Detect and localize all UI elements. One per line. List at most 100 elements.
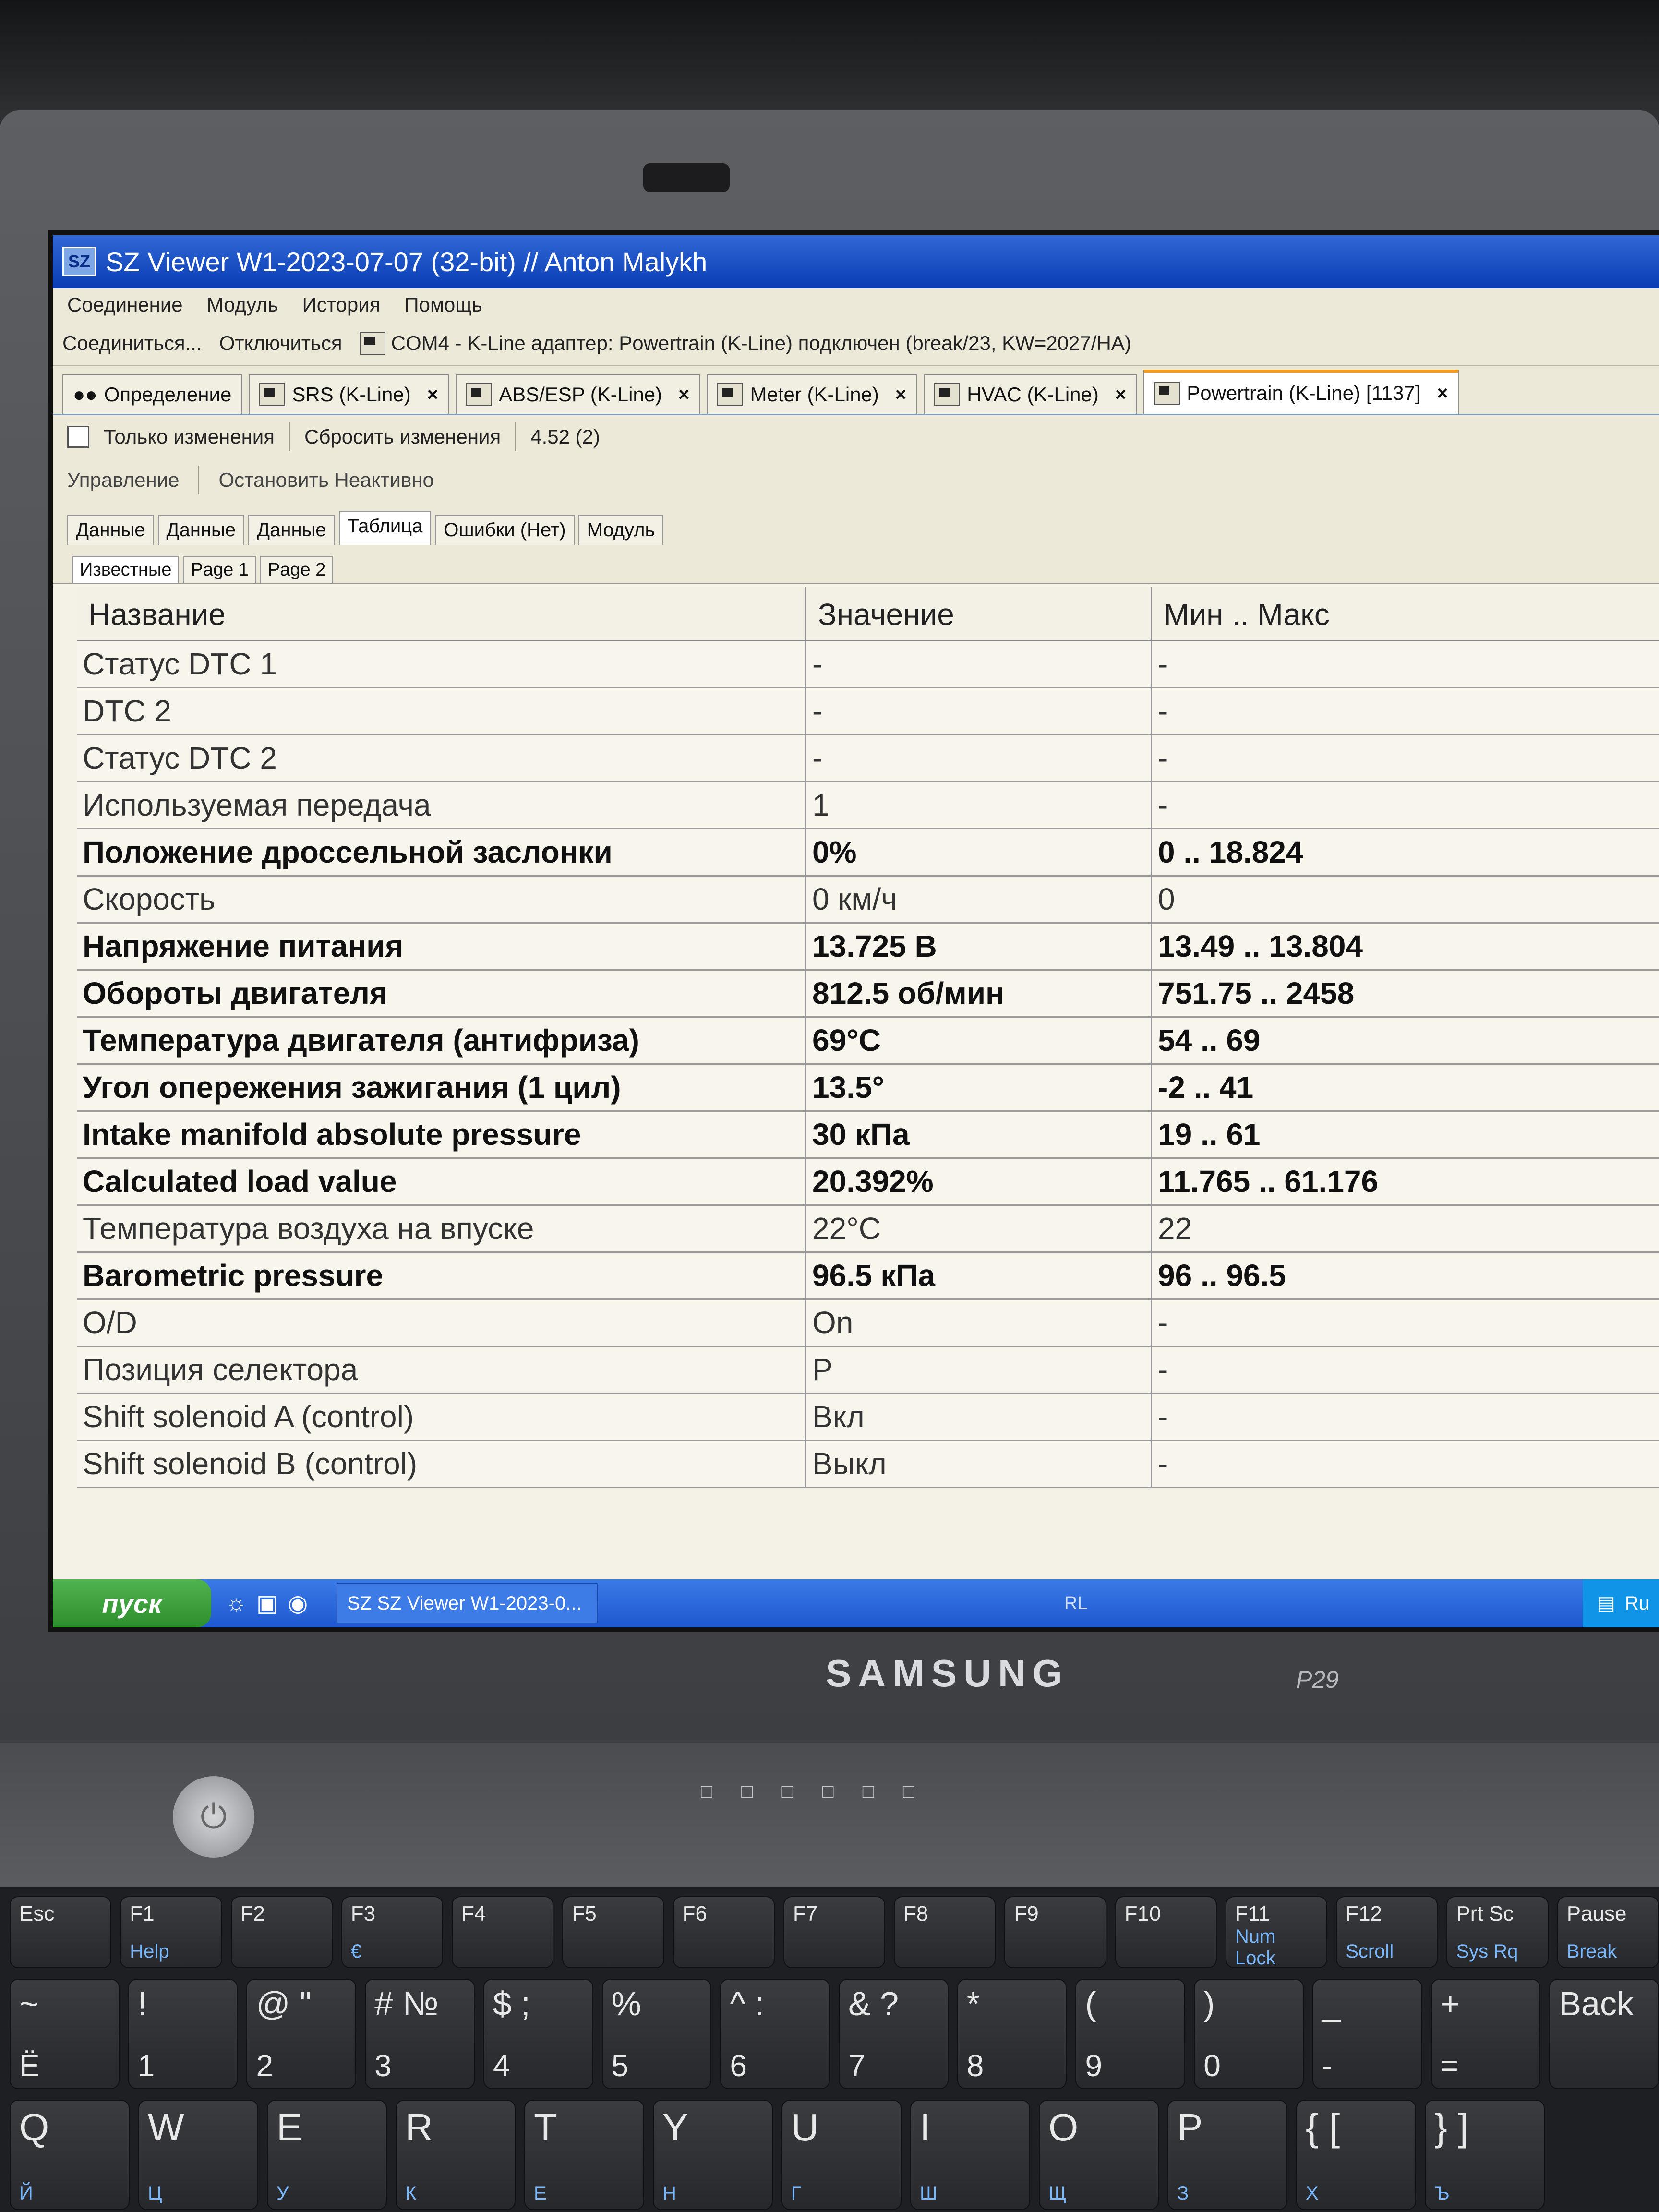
tab-abs-esp[interactable]: ABS/ESP (K-Line) × (456, 374, 700, 414)
close-icon[interactable]: × (427, 384, 438, 406)
connect-button[interactable]: Соединиться... (62, 332, 202, 355)
table-row[interactable]: Barometric pressure 96.5 кПа 96 .. 96.5 (77, 1253, 1659, 1300)
key[interactable]: ~ Ё (10, 1979, 120, 2089)
close-icon[interactable]: × (1437, 383, 1448, 404)
tab-page-1[interactable]: Page 1 (183, 556, 256, 583)
desktop-icon[interactable]: ▣ (256, 1590, 278, 1617)
key[interactable]: F9 (1004, 1896, 1106, 1968)
tab-errors[interactable]: Ошибки (Нет) (435, 515, 575, 545)
language-indicator[interactable]: RL (1064, 1593, 1088, 1614)
tab-data-2[interactable]: Данные (157, 515, 245, 545)
key[interactable]: F2 (230, 1896, 333, 1968)
key[interactable]: F7 (783, 1896, 886, 1968)
key[interactable]: RК (396, 2100, 516, 2210)
key[interactable]: + = (1431, 1979, 1541, 2089)
key[interactable]: Back (1549, 1979, 1659, 2089)
key[interactable]: ^ : 6 (720, 1979, 830, 2089)
table-row[interactable]: DTC 2-- (77, 688, 1659, 735)
key[interactable]: ) 0 (1194, 1979, 1304, 2089)
key[interactable]: Esc (10, 1896, 112, 1968)
table-row[interactable]: Calculated load value 20.392% 11.765 .. 61… (77, 1159, 1659, 1206)
table-row[interactable]: Shift solenoid A (control) Вкл - (77, 1394, 1659, 1441)
column-header-name[interactable]: Название (77, 587, 806, 640)
tab-table[interactable]: Таблица (338, 511, 432, 545)
menu-history[interactable]: История (302, 293, 381, 316)
power-button[interactable]: ⏻ (173, 1776, 254, 1858)
tab-data-3[interactable]: Данные (248, 515, 335, 545)
table-row[interactable]: Обороты двигателя 812.5 об/мин 751.75 .. 2… (77, 971, 1659, 1018)
column-header-value[interactable]: Значение (806, 587, 1152, 640)
table-row[interactable]: Напряжение питания 13.725 В 13.49 .. 13.80… (77, 924, 1659, 971)
key[interactable]: WЦ (138, 2100, 258, 2210)
table-row[interactable]: Температура воздуха на впуске 22°C 22 (77, 1206, 1659, 1253)
key[interactable]: F1 Help (120, 1896, 222, 1968)
table-row[interactable]: Скорость 0 км/ч 0 (77, 877, 1659, 924)
tab-meter[interactable]: Meter (K-Line) × (707, 374, 917, 414)
key[interactable]: EУ (267, 2100, 387, 2210)
tab-srs[interactable]: SRS (K-Line) × (249, 374, 449, 414)
key[interactable]: PЗ (1167, 2100, 1287, 2210)
table-row[interactable]: Статус DTC 1-- (77, 641, 1659, 688)
only-changes-checkbox[interactable] (67, 426, 89, 448)
table-row[interactable]: Shift solenoid B (control) Выкл - (77, 1441, 1659, 1488)
taskbar-app-button[interactable]: SZ SZ Viewer W1-2023-0... (337, 1583, 598, 1623)
key[interactable]: YН (653, 2100, 773, 2210)
key[interactable]: F11 Num Lock (1225, 1896, 1328, 1969)
tab-data-1[interactable]: Данные (67, 515, 154, 545)
key[interactable]: % 5 (601, 1979, 712, 2089)
column-header-range[interactable]: Мин .. Макс (1152, 587, 1659, 640)
tab-known[interactable]: Известные (72, 556, 180, 583)
key[interactable]: } ] Ъ (1425, 2100, 1545, 2210)
menu-connection[interactable]: Соединение (67, 293, 183, 316)
tab-identification[interactable]: ●● Определение (62, 374, 242, 414)
menu-help[interactable]: Помощь (404, 293, 482, 316)
key[interactable]: Pause Break (1557, 1896, 1659, 1968)
key[interactable]: TЕ (524, 2100, 644, 2210)
key[interactable]: F4 (452, 1896, 554, 1968)
key[interactable]: (9 (1075, 1979, 1186, 2089)
control-button[interactable]: Управление (67, 469, 179, 492)
key[interactable]: IШ (910, 2100, 1030, 2210)
start-button[interactable]: пуск (53, 1579, 211, 1627)
ie-icon[interactable]: ☼ (226, 1590, 247, 1617)
key[interactable]: @ " 2 (246, 1979, 357, 2089)
key[interactable]: { [Х (1296, 2100, 1416, 2210)
table-row[interactable]: Intake manifold absolute pressure 30 кПа 1… (77, 1112, 1659, 1159)
tab-module[interactable]: Модуль (578, 515, 664, 545)
network-icon[interactable]: ▤ (1597, 1592, 1615, 1614)
table-row[interactable]: Угол опережения зажигания (1 цил) 13.5° -2… (77, 1065, 1659, 1112)
menu-module[interactable]: Модуль (207, 293, 278, 316)
key[interactable]: F8 (894, 1896, 996, 1968)
reset-changes-button[interactable]: Сбросить изменения (304, 425, 501, 448)
close-icon[interactable]: × (895, 384, 906, 406)
table-row[interactable]: Положение дроссельной заслонки 0% 0 .. 18.… (77, 830, 1659, 877)
disconnect-button[interactable]: Отключиться (219, 332, 342, 355)
table-row[interactable]: Статус DTC 2-- (77, 735, 1659, 782)
key[interactable]: Prt Sc Sys Rq (1446, 1896, 1549, 1968)
key[interactable]: _ - (1312, 1979, 1422, 2089)
key[interactable]: F5 (562, 1896, 664, 1968)
close-icon[interactable]: × (678, 384, 689, 406)
key[interactable]: F6 (673, 1896, 775, 1968)
chrome-icon[interactable]: ◉ (288, 1590, 308, 1617)
key[interactable]: ! 1 (128, 1979, 238, 2089)
close-icon[interactable]: × (1115, 384, 1126, 406)
key[interactable]: F12 Scroll (1336, 1896, 1438, 1968)
key[interactable]: UГ (781, 2100, 902, 2210)
tab-powertrain[interactable]: Powertrain (K-Line) [1137] × (1143, 370, 1459, 414)
table-row[interactable]: Используемая передача 1- (77, 782, 1659, 830)
key[interactable]: F3 € (341, 1896, 444, 1968)
tab-hvac[interactable]: HVAC (K-Line) × (924, 374, 1137, 414)
key[interactable]: F10 (1115, 1896, 1217, 1968)
key[interactable]: & ? 7 (839, 1979, 949, 2089)
table-row[interactable]: Позиция селектора P - (77, 1347, 1659, 1394)
key[interactable]: OЩ (1039, 2100, 1159, 2210)
key[interactable]: * 8 (957, 1979, 1067, 2089)
key[interactable]: # № 3 (365, 1979, 475, 2089)
key[interactable]: $ ; 4 (483, 1979, 593, 2089)
tab-page-2[interactable]: Page 2 (260, 556, 334, 583)
stop-button[interactable]: Остановить Неактивно (218, 469, 433, 492)
table-row[interactable]: Температура двигателя (антифриза) 69°C 54 … (77, 1018, 1659, 1065)
key[interactable]: QЙ (10, 2100, 130, 2210)
table-row[interactable]: O/D On - (77, 1300, 1659, 1347)
